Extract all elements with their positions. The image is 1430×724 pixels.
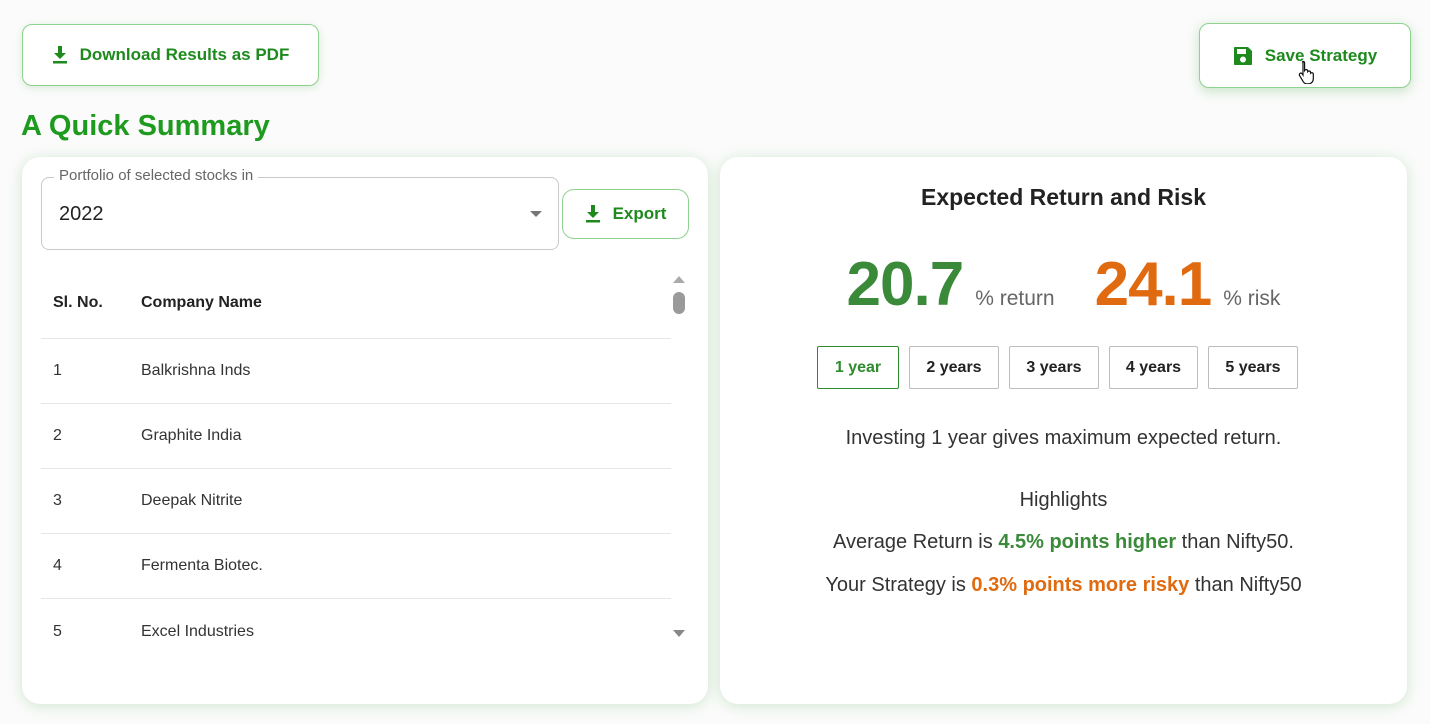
company-cell: Balkrishna Inds — [141, 362, 251, 379]
tab-3-years[interactable]: 3 years — [1009, 346, 1099, 389]
scroll-up-arrow[interactable] — [673, 276, 685, 283]
export-button[interactable]: Export — [562, 189, 689, 239]
save-icon — [1233, 46, 1253, 66]
highlight-return-pre: Average Return is — [833, 531, 999, 553]
metrics-row: 20.7 % return 24.1 % risk — [720, 249, 1407, 320]
serial-cell: 3 — [53, 492, 62, 509]
table-row: 2 Graphite India — [41, 404, 671, 469]
return-unit: % return — [975, 287, 1055, 310]
download-icon — [585, 205, 601, 223]
return-risk-title: Expected Return and Risk — [920, 184, 1207, 210]
return-risk-card: Expected Return and Risk 20.7 % return 2… — [720, 157, 1407, 704]
export-label: Export — [612, 204, 667, 223]
table-row: 1 Balkrishna Inds — [41, 339, 671, 404]
serial-cell: 5 — [53, 622, 62, 640]
expected-risk-value: 24.1 — [1094, 250, 1213, 319]
tab-4-years[interactable]: 4 years — [1109, 346, 1198, 389]
dropdown-arrow-icon — [530, 211, 542, 217]
portfolio-select-value: 2022 — [59, 203, 104, 225]
save-strategy-label: Save Strategy — [1264, 45, 1378, 65]
expected-return-value: 20.7 — [846, 250, 965, 319]
portfolio-select-label: Portfolio of selected stocks in — [54, 167, 259, 184]
serial-cell: 1 — [53, 362, 62, 379]
highlight-risk: Your Strategy is 0.3% points more risky … — [720, 574, 1407, 597]
highlight-risk-emph: 0.3% points more risky — [971, 574, 1190, 596]
tab-5-years[interactable]: 5 years — [1208, 346, 1298, 389]
highlight-return-post: than Nifty50. — [1176, 531, 1294, 553]
table-row: 3 Deepak Nitrite — [41, 469, 671, 534]
stocks-table: Sl. No. Company Name 1 Balkrishna Inds 2… — [41, 267, 671, 664]
company-cell: Deepak Nitrite — [141, 492, 243, 509]
scrollbar-thumb[interactable] — [673, 292, 685, 314]
insight-text: Investing 1 year gives maximum expected … — [845, 427, 1282, 449]
pointer-cursor-icon — [1298, 60, 1316, 89]
column-header-company: Company Name — [141, 293, 262, 311]
risk-unit: % risk — [1223, 287, 1281, 310]
highlight-return: Average Return is 4.5% points higher tha… — [720, 531, 1407, 554]
portfolio-card: Portfolio of selected stocks in 2022 Exp… — [22, 157, 708, 704]
table-header-row: Sl. No. Company Name — [41, 267, 671, 339]
table-row: 4 Fermenta Biotec. — [41, 534, 671, 599]
horizon-tabs: 1 year 2 years 3 years 4 years 5 years — [817, 346, 1298, 389]
download-pdf-button[interactable]: Download Results as PDF — [22, 24, 319, 86]
company-cell: Excel Industries — [141, 622, 254, 640]
serial-cell: 4 — [53, 557, 62, 574]
highlight-risk-post: than Nifty50 — [1189, 574, 1302, 596]
page-title: A Quick Summary — [21, 110, 270, 142]
download-pdf-label: Download Results as PDF — [79, 45, 290, 64]
serial-cell: 2 — [53, 427, 62, 444]
download-icon — [52, 46, 68, 64]
company-cell: Graphite India — [141, 427, 242, 444]
highlights-heading: Highlights — [1019, 489, 1108, 511]
scroll-down-arrow[interactable] — [673, 630, 685, 637]
portfolio-year-select[interactable]: Portfolio of selected stocks in 2022 — [41, 167, 559, 250]
highlight-return-emph: 4.5% points higher — [998, 531, 1177, 553]
tab-1-year[interactable]: 1 year — [817, 346, 899, 389]
tab-2-years[interactable]: 2 years — [909, 346, 999, 389]
table-row: 5 Excel Industries — [41, 599, 671, 664]
company-cell: Fermenta Biotec. — [141, 557, 263, 574]
highlight-risk-pre: Your Strategy is — [825, 574, 972, 596]
column-header-serial: Sl. No. — [53, 293, 103, 311]
